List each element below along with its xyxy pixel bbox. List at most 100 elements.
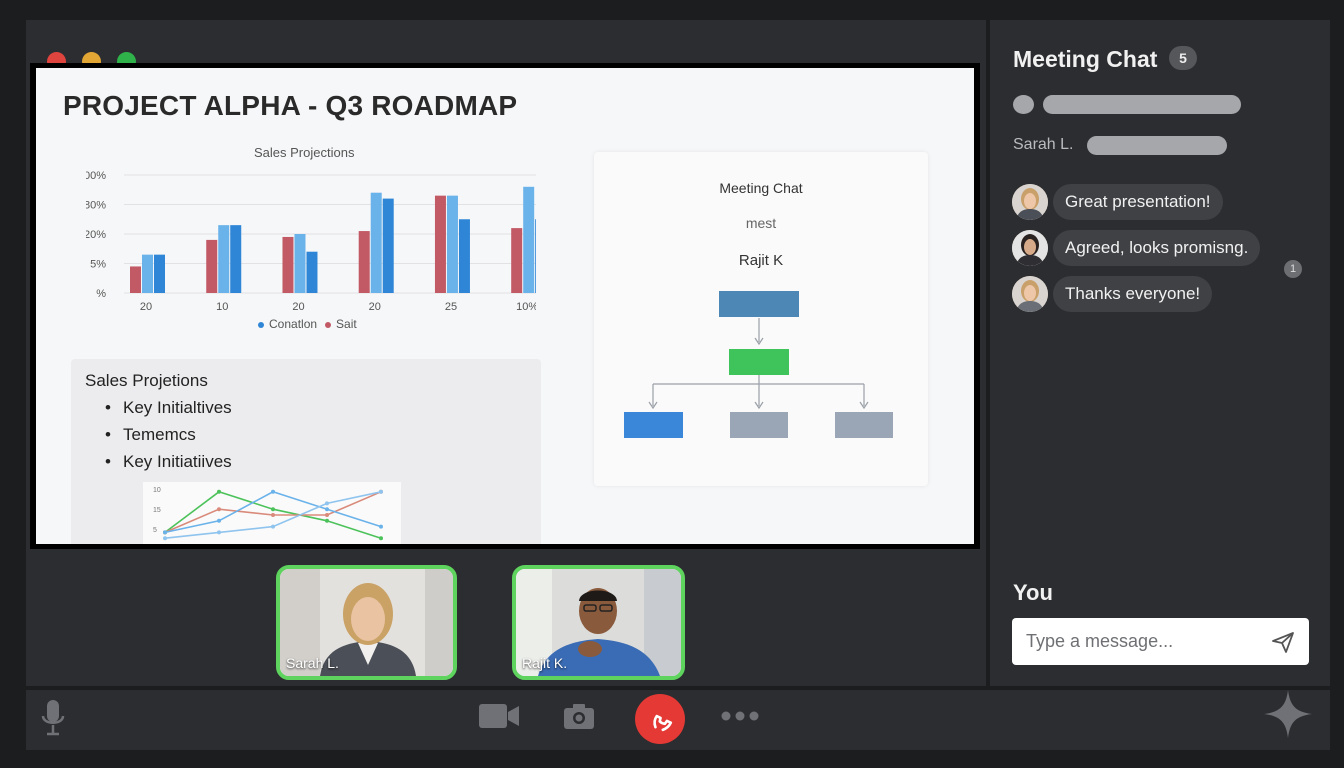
chat-count-badge: 5 — [1169, 46, 1197, 70]
bullet-item: Tememcs — [105, 425, 196, 445]
bullet-item: Key Initiatiives — [105, 452, 232, 472]
data-point — [163, 530, 167, 535]
avatar — [1012, 184, 1048, 220]
x-tick-label: 10% — [516, 301, 536, 313]
data-point — [325, 518, 329, 523]
chart-title: Sales Projections — [254, 145, 355, 160]
flow-node-center — [730, 412, 788, 438]
y-tick-label: 15 — [153, 507, 161, 514]
message-input[interactable] — [1012, 618, 1262, 665]
legend-item: Sait — [325, 317, 357, 331]
y-tick-label: 80% — [86, 200, 106, 212]
bar — [382, 198, 394, 293]
slide-title: PROJECT ALPHA - Q3 ROADMAP — [63, 90, 518, 121]
bar — [142, 254, 153, 293]
bar — [446, 195, 458, 293]
you-label: You — [1013, 580, 1053, 605]
bar — [511, 228, 523, 293]
bar-chart: 100% 80% 20% 5%% 20 10 20 20 25 10% — [86, 170, 536, 313]
diagram-card: Meeting Chat mest Rajit K — [594, 152, 928, 486]
y-tick-label: % — [96, 288, 106, 300]
send-icon[interactable] — [1271, 630, 1295, 654]
legend-item: Conatlon — [258, 317, 317, 331]
flowchart — [624, 291, 893, 438]
data-point — [217, 507, 221, 512]
participant-tile-rajit[interactable]: Rajit K. — [512, 565, 685, 680]
avatar — [1012, 276, 1048, 312]
x-tick-label: 20 — [140, 301, 152, 313]
data-point — [217, 518, 221, 523]
video-icon[interactable] — [478, 702, 520, 730]
mini-line-chart-panel: 10 15 5 — [143, 482, 401, 544]
data-point — [325, 513, 329, 517]
notes-panel: Sales Projetions Key Initialtives Tememc… — [71, 359, 541, 544]
end-call-icon — [653, 714, 673, 732]
bar — [535, 219, 536, 293]
chat-message: Thanks everyone! — [1053, 276, 1213, 312]
y-tick-label: 20% — [86, 229, 106, 241]
unread-badge: 1 — [1284, 260, 1302, 278]
data-point — [379, 524, 383, 529]
chat-message: Great presentation! — [1053, 184, 1223, 220]
data-point — [271, 513, 275, 517]
bar — [523, 186, 535, 293]
placeholder-message — [1087, 136, 1227, 155]
bar — [130, 266, 141, 293]
x-tick-label: 25 — [445, 301, 457, 313]
bar — [434, 195, 446, 293]
data-point — [271, 507, 275, 512]
x-tick-label: 20 — [369, 301, 381, 313]
data-point — [379, 489, 383, 494]
bar — [206, 239, 218, 293]
chat-panel: Meeting Chat 5 Sarah L. Great presentati… — [990, 20, 1330, 686]
data-point — [379, 536, 383, 541]
participant-name: Sarah L. — [286, 655, 339, 671]
control-bar — [26, 690, 1330, 750]
avatar — [1012, 230, 1048, 266]
y-tick-label: 10 — [153, 487, 161, 494]
camera-icon[interactable] — [563, 702, 595, 730]
bar — [154, 254, 165, 293]
y-tick-label: 5% — [90, 259, 106, 271]
y-tick-label: 100% — [86, 170, 106, 182]
bar — [458, 219, 470, 293]
chat-title: Meeting Chat — [1013, 46, 1158, 72]
participant-tile-sarah[interactable]: Sarah L. — [276, 565, 457, 680]
bar — [282, 236, 294, 293]
placeholder-avatar — [1013, 95, 1034, 114]
line-chart: 10 15 5 — [153, 487, 383, 541]
bar — [358, 231, 370, 293]
more-icon[interactable] — [720, 710, 760, 722]
x-tick-label: 20 — [292, 301, 304, 313]
data-point — [325, 501, 329, 506]
legend-label: Sait — [336, 317, 357, 331]
notes-title: Sales Projetions — [85, 371, 208, 390]
bar — [230, 225, 242, 293]
mic-icon[interactable] — [40, 698, 66, 738]
flow-node-right — [835, 412, 893, 438]
participant-name: Rajit K. — [522, 655, 568, 671]
flow-node-top — [719, 291, 799, 317]
x-tick-label: 10 — [216, 301, 228, 313]
chat-message: Agreed, looks promisng. — [1053, 230, 1261, 266]
bar — [218, 225, 230, 293]
ai-sparkle-icon[interactable] — [1262, 688, 1314, 740]
data-point — [271, 489, 275, 494]
flow-node-left — [624, 412, 683, 438]
bar — [306, 251, 318, 293]
message-input-box — [1012, 618, 1309, 665]
legend-label: Conatlon — [269, 317, 318, 331]
data-point — [325, 507, 329, 512]
chat-sender-name: Sarah L. — [1013, 136, 1074, 153]
presentation-slide: PROJECT ALPHA - Q3 ROADMAP Sales Project… — [36, 68, 974, 544]
bar — [294, 234, 306, 293]
end-call-button[interactable] — [635, 694, 685, 744]
data-point — [163, 536, 167, 541]
flow-node-middle — [729, 349, 789, 375]
chart-legend: Conatlon Sait — [258, 317, 357, 331]
y-tick-label: 5 — [153, 527, 157, 534]
data-point — [217, 530, 221, 535]
placeholder-message — [1043, 95, 1241, 114]
data-point — [271, 524, 275, 529]
bar — [370, 192, 382, 293]
